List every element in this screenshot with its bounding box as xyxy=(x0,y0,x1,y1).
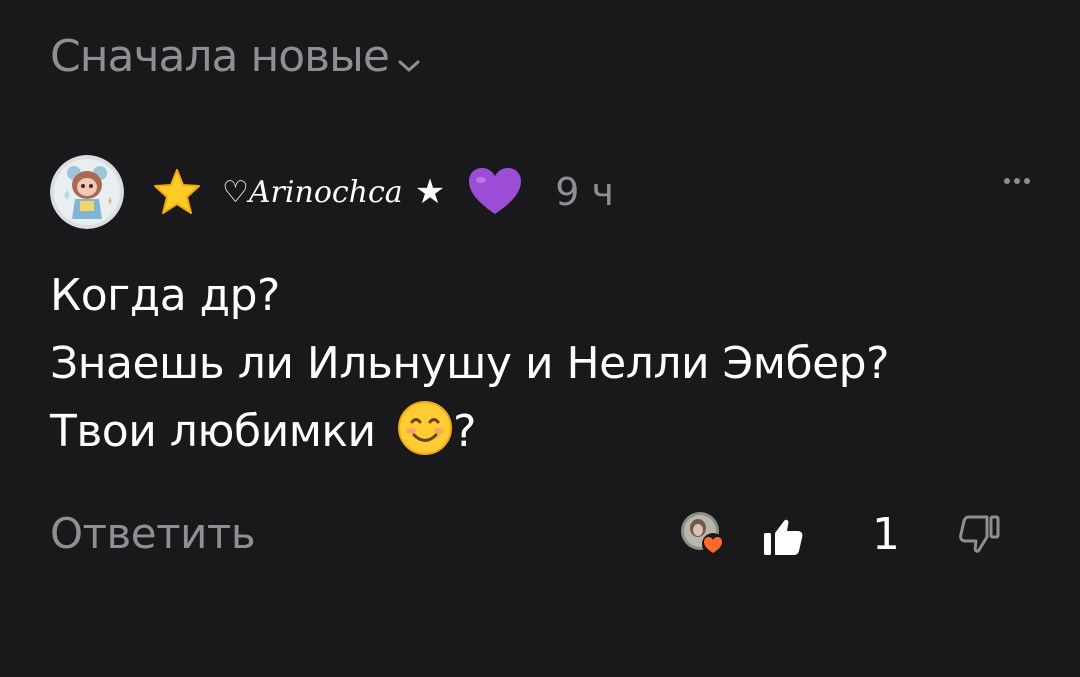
comment-time: 9 ч xyxy=(555,170,614,214)
more-options-button[interactable] xyxy=(1004,178,1030,184)
liker-avatar[interactable] xyxy=(680,511,726,557)
more-horizontal-icon xyxy=(1014,178,1020,184)
more-horizontal-icon xyxy=(1024,178,1030,184)
thumbs-down-icon[interactable] xyxy=(954,511,1004,561)
more-horizontal-icon xyxy=(1004,178,1010,184)
purple-heart-emoji-icon xyxy=(467,167,522,217)
reply-button[interactable]: Ответить xyxy=(50,509,256,558)
sort-label: Сначала новые xyxy=(50,31,390,82)
chevron-down-icon xyxy=(397,34,421,85)
question-mark: ? xyxy=(453,406,476,457)
thumbs-up-icon[interactable] xyxy=(758,511,808,561)
like-count: 1 xyxy=(872,509,900,560)
smiling-face-emoji-icon xyxy=(397,400,453,456)
comment-footer: Ответить 1 xyxy=(50,505,1010,569)
sort-dropdown[interactable]: Сначала новые xyxy=(50,28,421,85)
comment-line-3: Твои любимки ? xyxy=(50,398,1050,466)
author-name[interactable]: ♡Arinochca ★ xyxy=(152,167,522,217)
author-star-symbol: ★ xyxy=(414,172,446,212)
comment-line-text: Твои любимки xyxy=(50,406,376,457)
author-name-text: ♡Arinochca xyxy=(222,174,403,210)
star-emoji-icon xyxy=(152,167,202,217)
comment-body: Когда др? Знаешь ли Ильнушу и Нелли Эмбе… xyxy=(50,262,1050,466)
comment-line: Когда др? xyxy=(50,270,280,321)
comment-line: Знаешь ли Ильнушу и Нелли Эмбер? xyxy=(50,338,889,389)
comment-header: ♡Arinochca ★ 9 ч xyxy=(50,154,1030,230)
avatar[interactable] xyxy=(50,155,124,229)
